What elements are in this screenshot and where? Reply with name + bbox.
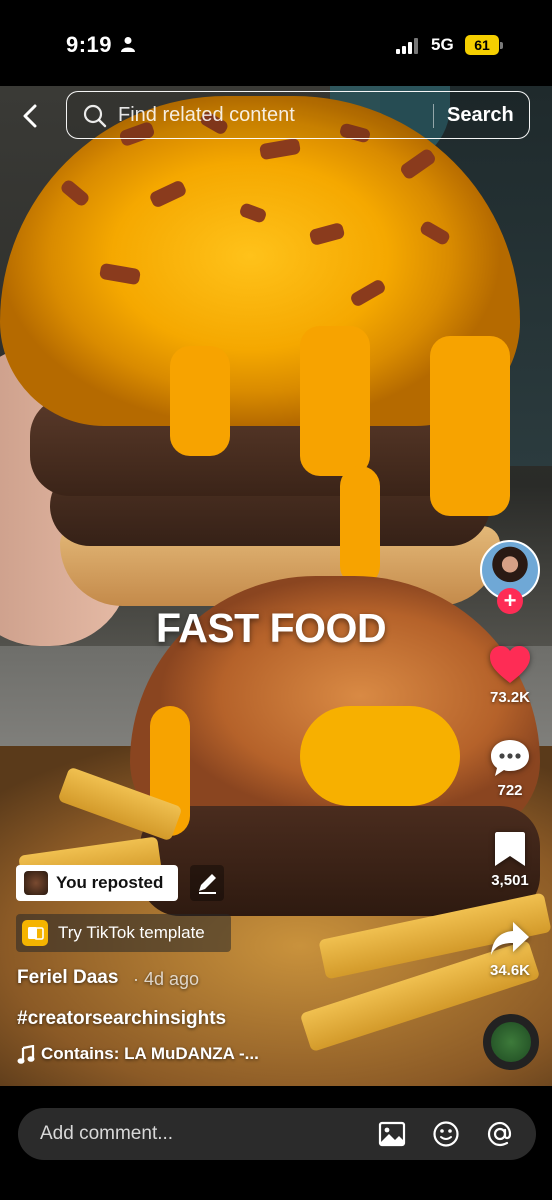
comment-button[interactable]: 722 — [475, 738, 545, 799]
cheese-drip — [170, 346, 230, 456]
music-disc[interactable] — [483, 1014, 539, 1070]
search-icon — [83, 104, 107, 128]
save-button[interactable]: 3,501 — [475, 830, 545, 889]
comment-count: 722 — [497, 782, 523, 799]
like-count: 73.2K — [489, 689, 531, 706]
cheese-drip — [430, 336, 510, 516]
like-button[interactable]: 73.2K — [475, 645, 545, 706]
repost-label: You reposted — [56, 873, 164, 892]
mention-icon[interactable] — [486, 1120, 514, 1148]
post-age: · 4d ago — [133, 969, 200, 989]
heart-icon — [490, 646, 530, 683]
network-type: 5G — [431, 35, 454, 54]
follow-plus-icon[interactable]: + — [497, 588, 523, 614]
bookmark-icon — [495, 832, 525, 866]
music-title[interactable]: Contains: LA MuDANZA -... — [41, 1044, 259, 1064]
cheese-slice — [300, 706, 460, 806]
battery-tip — [500, 42, 503, 49]
template-label: Try TikTok template — [58, 923, 205, 942]
search-divider — [433, 104, 434, 128]
share-count: 34.6K — [489, 962, 531, 979]
person-icon — [121, 37, 135, 52]
cheese-drip — [340, 466, 380, 586]
comment-icon — [491, 740, 529, 776]
video-overlay-text: FAST FOOD — [155, 605, 387, 651]
signal-icon — [396, 38, 418, 54]
status-bar: 9:19 5G 61 — [0, 0, 552, 86]
save-count: 3,501 — [491, 872, 529, 889]
share-button[interactable]: 34.6K — [475, 920, 545, 979]
emoji-icon[interactable] — [432, 1120, 460, 1148]
music-note-icon — [17, 1045, 35, 1064]
cheese-drip — [300, 326, 370, 476]
user-avatar — [24, 871, 48, 895]
author-name[interactable]: Feriel Daas — [17, 967, 118, 989]
comment-input[interactable]: Add comment... — [18, 1108, 536, 1160]
comment-placeholder: Add comment... — [40, 1123, 174, 1144]
battery-level: 61 — [465, 35, 499, 55]
search-bar[interactable]: Find related content Search — [66, 91, 530, 139]
status-time: 9:19 — [66, 32, 113, 57]
share-icon — [491, 922, 529, 955]
template-icon — [22, 920, 48, 946]
edit-repost-button[interactable] — [190, 865, 224, 901]
hashtag-link[interactable]: #creatorsearchinsights — [17, 1008, 226, 1030]
template-button[interactable]: Try TikTok template — [16, 914, 231, 952]
back-icon[interactable] — [20, 104, 42, 128]
image-icon[interactable] — [378, 1120, 406, 1148]
search-input[interactable]: Find related content — [118, 104, 295, 127]
search-button[interactable]: Search — [447, 104, 514, 127]
repost-badge[interactable]: You reposted — [16, 865, 178, 901]
battery-indicator: 61 — [465, 35, 503, 55]
edit-icon — [199, 874, 216, 894]
